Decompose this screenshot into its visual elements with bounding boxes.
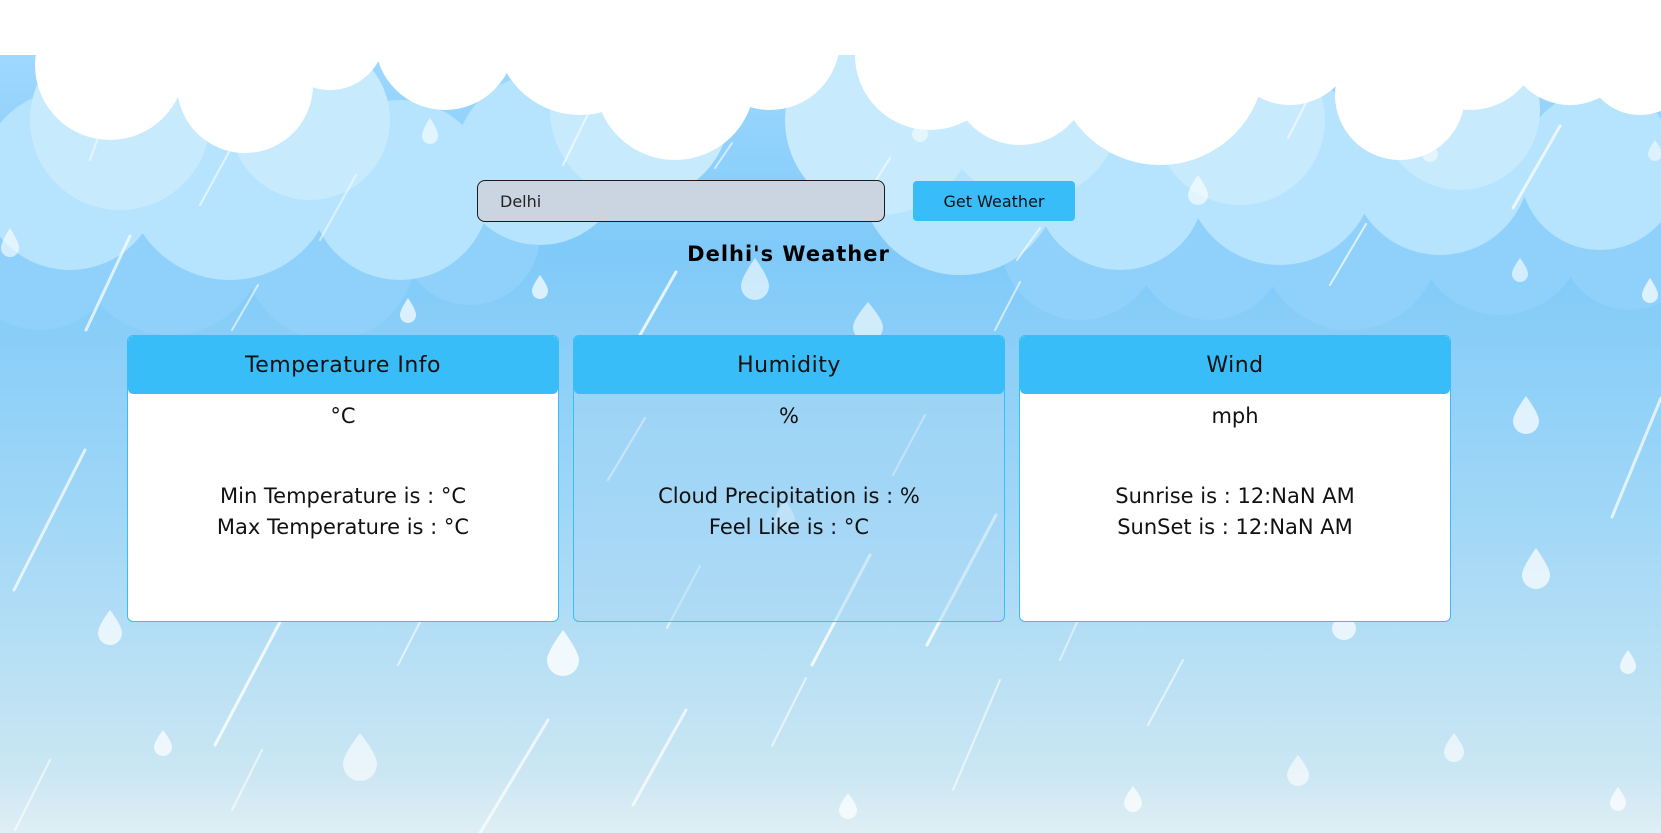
sunrise-time: Sunrise is : 12:NaN AM [1115,484,1355,508]
sunset-time: SunSet is : 12:NaN AM [1117,515,1353,539]
card-header: Temperature Info [128,336,558,394]
wind-value: mph [1211,404,1259,428]
feels-like: Feel Like is : °C [708,515,870,539]
humidity-card: Humidity % Cloud Precipitation is : % Fe… [573,335,1005,622]
card-details: Cloud Precipitation is : % Feel Like is … [574,481,1004,543]
card-details: Sunrise is : 12:NaN AM SunSet is : 12:Na… [1020,481,1450,543]
city-input[interactable] [477,180,885,222]
card-header: Humidity [574,336,1004,394]
search-bar: Get Weather [477,180,1075,222]
max-temperature: Max Temperature is : °C [216,515,470,539]
get-weather-button[interactable]: Get Weather [913,181,1075,221]
city-weather-title: Delhi's Weather [687,242,890,266]
temperature-card: Temperature Info °C Min Temperature is :… [127,335,559,622]
cloud-precipitation: Cloud Precipitation is : % [658,484,920,508]
card-details: Min Temperature is : °C Max Temperature … [128,481,558,543]
humidity-value: % [779,404,799,428]
min-temperature: Min Temperature is : °C [219,484,466,508]
wind-card: Wind mph Sunrise is : 12:NaN AM SunSet i… [1019,335,1451,622]
weather-cards: Temperature Info °C Min Temperature is :… [127,335,1451,622]
temperature-value: °C [330,404,356,428]
card-header: Wind [1020,336,1450,394]
